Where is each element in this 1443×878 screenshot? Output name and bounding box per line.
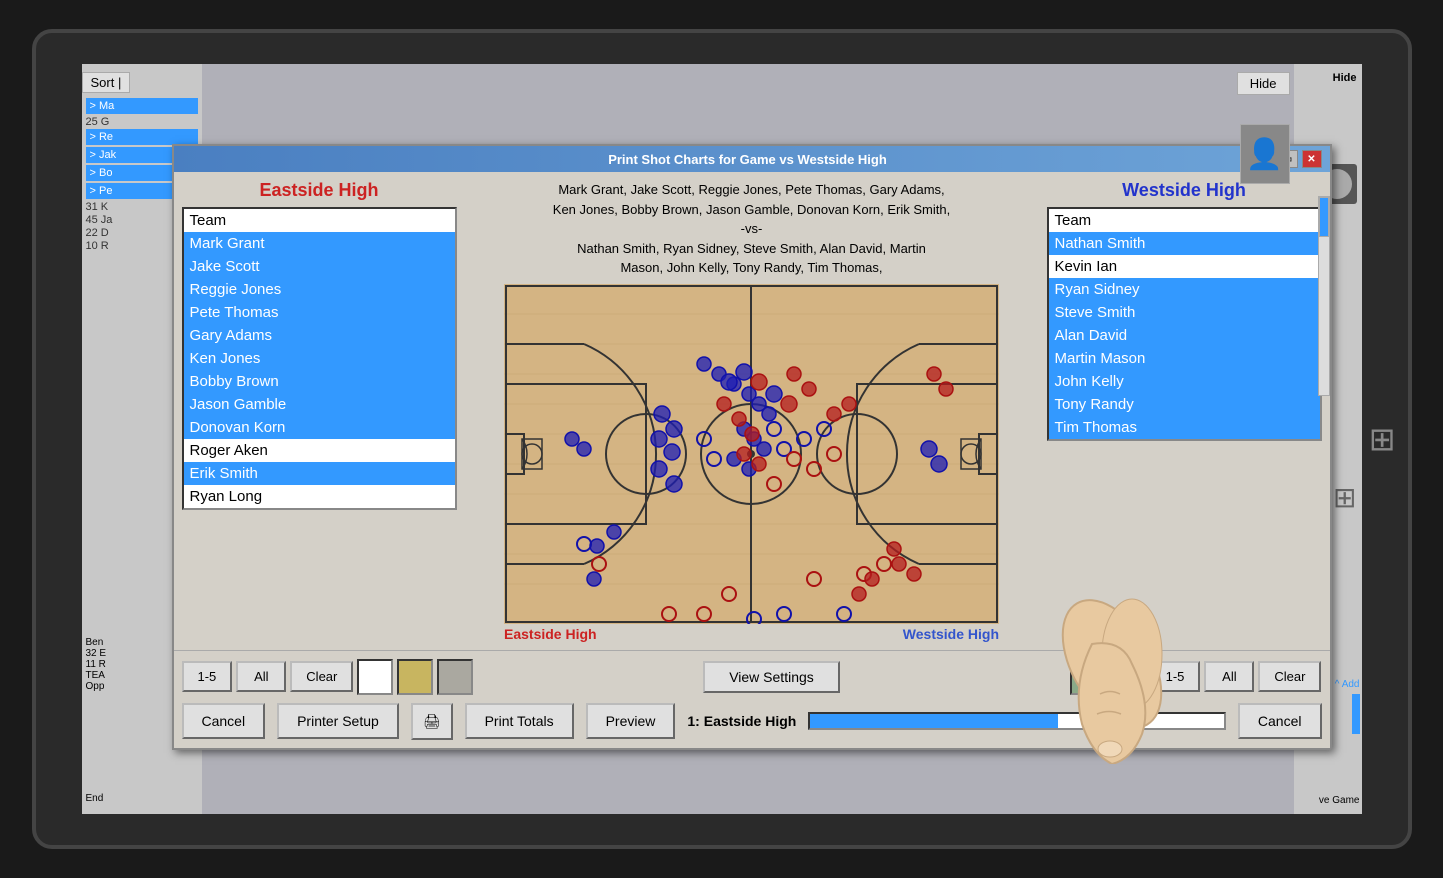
west-all-button[interactable]: All	[1204, 661, 1254, 692]
player-avatar-right: 👤	[1240, 124, 1290, 184]
list-item[interactable]: Jake Scott	[184, 255, 455, 278]
west-panel: Westside High Team Nathan Smith Kevin Ia…	[1047, 180, 1322, 642]
west-1-5-button[interactable]: 1-5	[1150, 661, 1201, 692]
center-panel: Mark Grant, Jake Scott, Reggie Jones, Pe…	[465, 180, 1039, 642]
east-team-name: Eastside High	[182, 180, 457, 201]
list-item[interactable]: Jason Gamble	[184, 393, 455, 416]
print-icon-button[interactable]: 🖨	[411, 703, 453, 740]
color-box-green-right[interactable]	[1070, 659, 1106, 695]
preview-button[interactable]: Preview	[586, 703, 676, 739]
list-item[interactable]: Steve Smith	[1049, 301, 1320, 324]
view-settings-button[interactable]: View Settings	[703, 661, 840, 693]
list-item[interactable]: Ken Jones	[184, 347, 455, 370]
print-totals-button[interactable]: Print Totals	[465, 703, 574, 739]
east-1-5-button[interactable]: 1-5	[182, 661, 233, 692]
sort-bar: Sort |	[82, 72, 131, 93]
matchup-text: Mark Grant, Jake Scott, Reggie Jones, Pe…	[553, 180, 950, 278]
court-label-west: Westside High	[903, 626, 999, 642]
list-item[interactable]: Tim Thomas	[1049, 416, 1320, 439]
list-item[interactable]: Gary Adams	[184, 324, 455, 347]
tablet-screen: > Ma 25 G > Re > Jak > Bo > Pe 31 K 45 J…	[82, 64, 1362, 814]
court-svg	[504, 284, 999, 624]
add-button[interactable]: ^ Add	[1335, 679, 1360, 690]
list-item[interactable]: John Kelly	[1049, 370, 1320, 393]
dialog-body: Eastside High Team Mark Grant Jake Scott…	[174, 172, 1330, 650]
list-item[interactable]: Martin Mason	[1049, 347, 1320, 370]
controls-row2: Cancel Printer Setup 🖨 Print Totals Prev…	[182, 703, 1322, 740]
west-clear-button[interactable]: Clear	[1258, 661, 1321, 692]
west-filter-controls: 1-5 All Clear	[1070, 659, 1322, 695]
windows-logo: ⊞	[1333, 481, 1356, 514]
dialog-title: Print Shot Charts for Game vs Westside H…	[242, 152, 1254, 167]
east-all-button[interactable]: All	[236, 661, 286, 692]
windows-bezel-logo: ⊞	[1369, 420, 1396, 458]
list-item[interactable]: Mark Grant	[184, 232, 455, 255]
list-item[interactable]: Ryan Long	[184, 485, 455, 508]
dialog-titlebar: Print Shot Charts for Game vs Westside H…	[174, 146, 1330, 172]
court-label-east: Eastside High	[504, 626, 597, 642]
list-item[interactable]: Alan David	[1049, 324, 1320, 347]
color-box-white-left[interactable]	[357, 659, 393, 695]
color-box-gold-left[interactable]	[397, 659, 433, 695]
court-labels: Eastside High Westside High	[504, 626, 999, 642]
status-text: 1: Eastside High	[687, 713, 796, 729]
cancel2-button[interactable]: Cancel	[1238, 703, 1322, 739]
west-team-header[interactable]: Team	[1049, 209, 1320, 232]
list-item[interactable]: Bobby Brown	[184, 370, 455, 393]
east-player-list: Team Mark Grant Jake Scott Reggie Jones …	[182, 207, 457, 510]
west-player-list: Team Nathan Smith Kevin Ian Ryan Sidney …	[1047, 207, 1322, 441]
hide-button[interactable]: Hide	[1333, 72, 1357, 84]
list-item[interactable]: Reggie Jones	[184, 278, 455, 301]
list-item[interactable]: Kevin Ian	[1049, 255, 1320, 278]
printer-icon: 🖨	[423, 713, 441, 729]
list-item[interactable]: Tony Randy	[1049, 393, 1320, 416]
color-box-gray-left[interactable]	[437, 659, 473, 695]
list-item[interactable]: Roger Aken	[184, 439, 455, 462]
tablet-frame: > Ma 25 G > Re > Jak > Bo > Pe 31 K 45 J…	[32, 29, 1412, 849]
progress-bar-fill	[810, 714, 1058, 728]
east-clear-button[interactable]: Clear	[290, 661, 353, 692]
view-settings-area: View Settings	[703, 661, 840, 693]
cancel-button[interactable]: Cancel	[182, 703, 266, 739]
scrollbar[interactable]	[1318, 196, 1330, 396]
list-item[interactable]: Nathan Smith	[1049, 232, 1320, 255]
basketball-court	[504, 284, 999, 624]
controls-row1: 1-5 All Clear View Settings 1-5	[182, 659, 1322, 695]
east-team-header[interactable]: Team	[184, 209, 455, 232]
list-item[interactable]: Ryan Sidney	[1049, 278, 1320, 301]
east-panel: Eastside High Team Mark Grant Jake Scott…	[182, 180, 457, 642]
close-button[interactable]: ✕	[1302, 150, 1322, 168]
east-filter-controls: 1-5 All Clear	[182, 659, 474, 695]
list-item[interactable]: Erik Smith	[184, 462, 455, 485]
printer-setup-button[interactable]: Printer Setup	[277, 703, 399, 739]
ve-game-button[interactable]: ve Game	[1319, 795, 1360, 806]
color-box-gold-right[interactable]	[1110, 659, 1146, 695]
main-dialog: Print Shot Charts for Game vs Westside H…	[172, 144, 1332, 750]
list-item[interactable]: Pete Thomas	[184, 301, 455, 324]
bottom-controls: 1-5 All Clear View Settings 1-5	[174, 650, 1330, 748]
progress-bar	[808, 712, 1226, 730]
list-item[interactable]: Donovan Korn	[184, 416, 455, 439]
hide-button-main[interactable]: Hide	[1237, 72, 1290, 95]
